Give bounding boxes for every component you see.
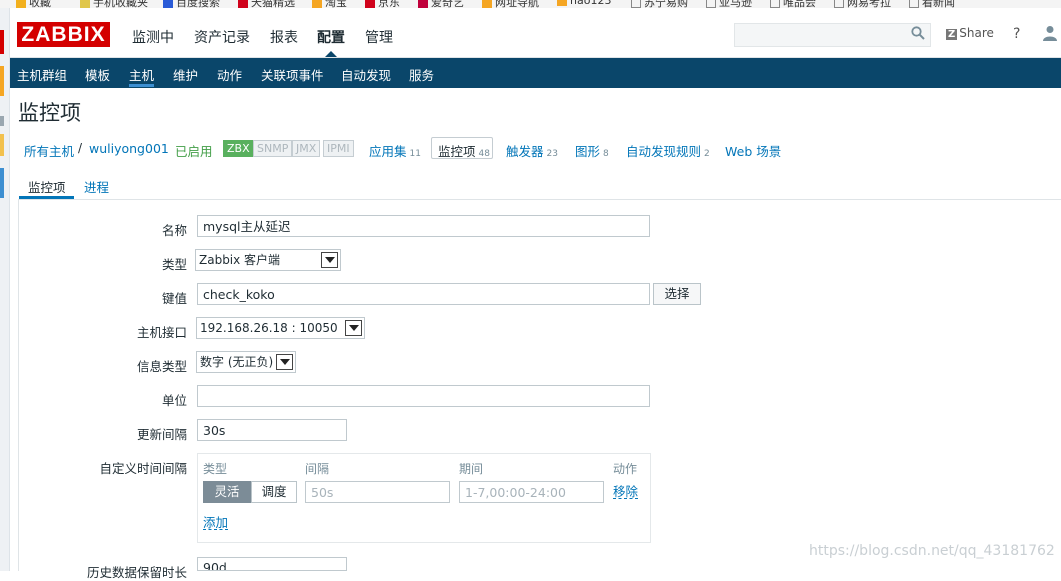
key-label: 键值 [161, 291, 187, 306]
share-button[interactable]: Z Share [946, 26, 994, 40]
chevron-down-icon [345, 320, 362, 336]
tab-item[interactable]: 监控项 [28, 177, 66, 196]
chevron-down-icon [276, 354, 293, 370]
custom-period-input[interactable]: 1-7,00:00-24:00 [459, 481, 604, 503]
select-key-button[interactable]: 选择 [653, 283, 701, 305]
units-label: 单位 [161, 393, 187, 408]
custom-interval-input[interactable]: 50s [305, 481, 450, 503]
breadcrumb-count: 2 [704, 149, 710, 159]
breadcrumb-link-label: 监控项 [438, 144, 476, 159]
breadcrumb-link-label: 图形 [575, 144, 601, 159]
active-nav-caret [325, 51, 337, 57]
history-storage-label: 历史数据保留时长 [86, 565, 187, 580]
sub-nav-actions[interactable]: 动作 [217, 65, 242, 84]
side-marker [0, 134, 4, 156]
breadcrumb-count: 8 [603, 149, 609, 159]
sub-nav-event-correlation[interactable]: 关联项事件 [261, 65, 324, 84]
chevron-down-icon [321, 252, 338, 268]
availability-ipmi-badge: IPMI [323, 140, 354, 157]
units-input[interactable] [197, 385, 650, 407]
breadcrumb-link-label: 自动发现规则 [626, 144, 702, 159]
remove-interval-link[interactable]: 移除 [613, 485, 639, 499]
sub-nav-templates[interactable]: 模板 [85, 65, 110, 84]
bookmark-label: hao123 [570, 0, 612, 7]
share-icon: Z [946, 29, 958, 40]
side-marker [0, 168, 4, 198]
zabbix-logo[interactable]: ZABBIX [17, 22, 110, 47]
type-select-value: Zabbix 客户端 [199, 253, 281, 267]
breadcrumb-link-label: Web 场景 [725, 144, 782, 159]
host-interface-select[interactable]: 192.168.26.18 : 10050 [196, 317, 365, 339]
top-nav-reports[interactable]: 报表 [270, 27, 298, 47]
bookmark-item[interactable]: hao123 [557, 0, 611, 7]
sub-nav-hosts[interactable]: 主机 [129, 65, 154, 84]
top-nav-administration[interactable]: 管理 [365, 27, 393, 47]
browser-side-strip [0, 8, 10, 571]
availability-jmx-badge: JMX [292, 140, 321, 157]
top-nav-monitoring[interactable]: 监测中 [132, 27, 174, 47]
host-status-enabled[interactable]: 已启用 [175, 141, 213, 160]
sub-nav-maintenance[interactable]: 维护 [173, 65, 198, 84]
key-input[interactable]: check_koko [197, 283, 650, 305]
update-interval-label: 更新间隔 [136, 427, 187, 442]
breadcrumb-link-label: 触发器 [506, 144, 544, 159]
column-action-header: 动作 [613, 462, 638, 476]
breadcrumb-count: 48 [478, 149, 490, 159]
user-profile-icon[interactable] [1043, 25, 1057, 41]
name-input[interactable]: mysql主从延迟 [197, 215, 650, 237]
breadcrumb-graphs[interactable]: 图形 8 [575, 141, 609, 160]
info-type-label: 信息类型 [136, 359, 187, 374]
interval-type-flexible[interactable]: 灵活 [203, 481, 251, 503]
breadcrumb-host[interactable]: wuliyong001 [89, 141, 169, 156]
breadcrumb-triggers[interactable]: 触发器 23 [506, 141, 558, 160]
info-type-select[interactable]: 数字 (无正负) [196, 351, 296, 373]
column-interval-header: 间隔 [305, 462, 330, 476]
global-search-input[interactable] [734, 23, 931, 47]
sub-nav-services[interactable]: 服务 [409, 65, 434, 84]
breadcrumb-web-scenarios[interactable]: Web 场景 [725, 141, 781, 160]
breadcrumb-all-hosts[interactable]: 所有主机 [24, 141, 74, 160]
type-select[interactable]: Zabbix 客户端 [195, 249, 341, 271]
top-nav-inventory[interactable]: 资产记录 [194, 27, 250, 47]
host-interface-value: 192.168.26.18 : 10050 [200, 321, 338, 335]
update-interval-input[interactable]: 30s [197, 419, 347, 441]
type-label: 类型 [161, 257, 187, 272]
sub-nav-discovery[interactable]: 自动发现 [341, 65, 391, 84]
history-storage-input[interactable]: 90d [197, 557, 347, 571]
breadcrumb-separator: / [78, 141, 83, 155]
side-marker [0, 66, 4, 96]
breadcrumb-count: 23 [546, 149, 558, 159]
column-period-header: 期间 [459, 462, 484, 476]
blog-watermark: https://blog.csdn.net/qq_43181762 [809, 543, 1055, 559]
info-type-value: 数字 (无正负) [200, 355, 274, 369]
breadcrumb-applications[interactable]: 应用集 11 [369, 141, 421, 160]
breadcrumb-link-label: 应用集 [369, 144, 407, 159]
breadcrumb-discovery-rules[interactable]: 自动发现规则 2 [626, 141, 710, 160]
share-label: Share [959, 26, 994, 40]
breadcrumb-items[interactable]: 监控项 48 [438, 141, 490, 160]
availability-zbx-badge: ZBX [223, 140, 254, 157]
sub-nav-bar [10, 58, 1061, 88]
host-interface-label: 主机接口 [136, 325, 187, 340]
add-interval-link[interactable]: 添加 [203, 516, 229, 530]
top-nav-configuration[interactable]: 配置 [317, 27, 345, 47]
name-label: 名称 [161, 223, 187, 238]
custom-intervals-label: 自定义时间间隔 [99, 461, 187, 476]
page-title: 监控项 [18, 101, 81, 125]
sub-nav-active-indicator [129, 84, 154, 87]
side-marker [0, 30, 4, 54]
interval-type-scheduling[interactable]: 调度 [251, 481, 297, 503]
help-icon[interactable]: ? [1013, 26, 1020, 42]
availability-snmp-badge: SNMP [253, 140, 293, 157]
breadcrumb-count: 11 [409, 149, 421, 159]
column-type-header: 类型 [203, 462, 228, 476]
sub-nav-host-groups[interactable]: 主机群组 [17, 65, 67, 84]
search-icon[interactable] [911, 26, 925, 40]
side-marker [0, 116, 4, 126]
tab-preprocessing[interactable]: 进程 [84, 177, 109, 196]
